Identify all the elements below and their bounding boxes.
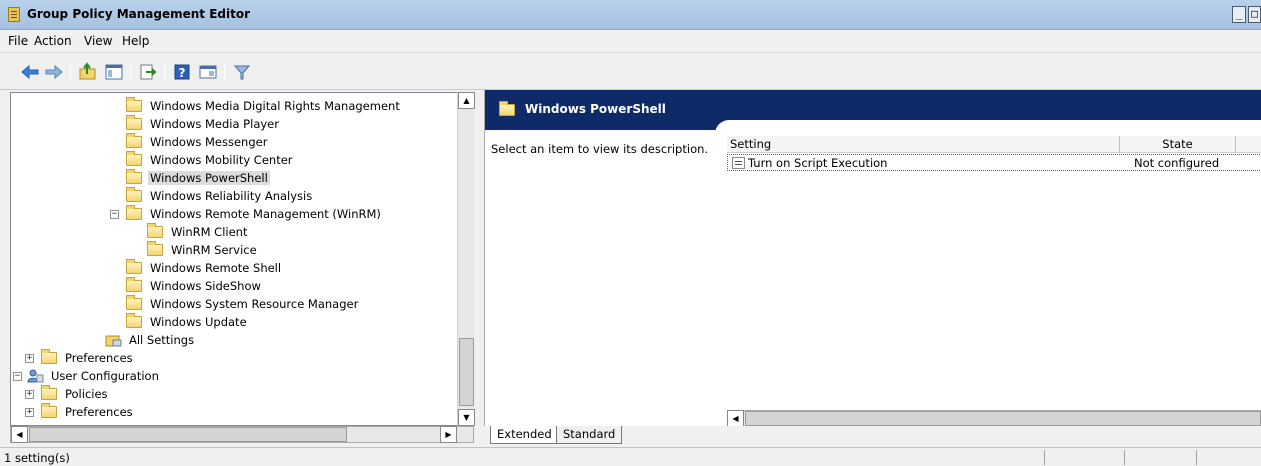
menu-file[interactable]: File <box>8 34 28 48</box>
setting-name: Turn on Script Execution <box>748 156 888 170</box>
folder-icon <box>126 133 143 148</box>
maximize-button[interactable]: □ <box>1248 6 1261 23</box>
settings-grid-header: Setting State <box>727 136 1261 153</box>
console-tree[interactable]: Windows Media Digital Rights Management … <box>10 92 473 426</box>
scroll-thumb[interactable] <box>459 338 474 406</box>
folder-icon <box>126 169 143 184</box>
title-bar: Group Policy Management Editor _ □ <box>0 0 1261 30</box>
toolbar-separator <box>224 62 225 82</box>
gpo-editor-app-icon <box>8 7 20 22</box>
folder-icon <box>126 115 143 130</box>
folder-icon <box>499 101 515 116</box>
status-text: 1 setting(s) <box>4 451 70 465</box>
expand-toggle[interactable]: + <box>25 354 34 363</box>
scroll-left-arrow-icon[interactable]: ◀ <box>727 410 744 427</box>
folder-icon <box>126 151 143 166</box>
folder-icon <box>147 223 164 238</box>
all-settings-icon <box>105 332 122 347</box>
expand-toggle[interactable]: + <box>25 390 34 399</box>
view-tabs: Extended Standard <box>484 426 1261 446</box>
column-header-state[interactable]: State <box>1120 136 1236 153</box>
header-curve <box>715 120 1261 136</box>
scroll-left-arrow-icon[interactable]: ◀ <box>11 426 28 443</box>
up-folder-icon[interactable] <box>78 62 98 82</box>
folder-icon <box>126 187 143 202</box>
details-pane: Windows PowerShell Select an item to vie… <box>484 90 1261 444</box>
column-header-setting[interactable]: Setting <box>727 136 1120 153</box>
description-text: Select an item to view its description. <box>491 142 709 156</box>
setting-state: Not configured <box>1134 156 1220 170</box>
tab-standard[interactable]: Standard <box>556 426 623 444</box>
tree-horizontal-scrollbar[interactable]: ◀ ▶ <box>10 426 474 443</box>
minimize-button[interactable]: _ <box>1232 6 1246 23</box>
status-panel <box>1124 450 1125 465</box>
export-list-icon[interactable] <box>138 62 158 82</box>
collapse-toggle[interactable]: − <box>110 210 119 219</box>
expand-toggle[interactable]: + <box>25 408 34 417</box>
folder-icon <box>126 259 143 274</box>
toolbar-separator <box>70 62 71 82</box>
toolbar-separator <box>164 62 165 82</box>
collapse-toggle[interactable]: − <box>13 372 22 381</box>
toolbar: ? <box>0 52 1261 90</box>
folder-icon <box>126 295 143 310</box>
scroll-right-arrow-icon[interactable]: ▶ <box>440 426 457 443</box>
table-row[interactable]: Turn on Script Execution Not configured <box>727 154 1261 171</box>
console-view-icon[interactable] <box>198 62 218 82</box>
policy-setting-icon <box>732 157 745 169</box>
details-horizontal-scrollbar[interactable]: ◀ <box>727 410 1261 427</box>
status-panel <box>1196 450 1197 465</box>
status-panel <box>1044 450 1045 465</box>
status-bar: 1 setting(s) <box>0 447 1261 466</box>
tab-extended[interactable]: Extended <box>490 426 559 444</box>
folder-icon <box>126 97 143 112</box>
folder-icon <box>41 403 58 418</box>
menu-help[interactable]: Help <box>122 34 149 48</box>
folder-icon <box>126 205 143 220</box>
svg-text:?: ? <box>179 66 186 80</box>
menu-action[interactable]: Action <box>34 34 72 48</box>
folder-icon <box>147 241 164 256</box>
show-hide-tree-icon[interactable] <box>104 62 124 82</box>
folder-icon <box>41 385 58 400</box>
tree-vertical-scrollbar[interactable]: ▲ ▼ <box>457 92 475 426</box>
menu-bar: File Action View Help <box>0 30 1261 52</box>
user-configuration-icon <box>27 368 44 383</box>
scroll-up-arrow-icon[interactable]: ▲ <box>458 92 475 109</box>
details-header-title: Windows PowerShell <box>525 102 666 116</box>
scroll-down-arrow-icon[interactable]: ▼ <box>458 409 475 426</box>
forward-arrow-icon[interactable] <box>44 62 64 82</box>
scroll-thumb[interactable] <box>29 427 347 442</box>
scroll-thumb[interactable] <box>745 411 1261 426</box>
folder-icon <box>41 349 58 364</box>
menu-view[interactable]: View <box>84 34 112 48</box>
back-arrow-icon[interactable] <box>20 62 40 82</box>
folder-icon <box>126 277 143 292</box>
help-icon[interactable]: ? <box>172 62 192 82</box>
folder-icon <box>126 313 143 328</box>
window-title: Group Policy Management Editor <box>27 7 251 21</box>
filter-icon[interactable] <box>232 62 252 82</box>
toolbar-separator <box>130 62 131 82</box>
